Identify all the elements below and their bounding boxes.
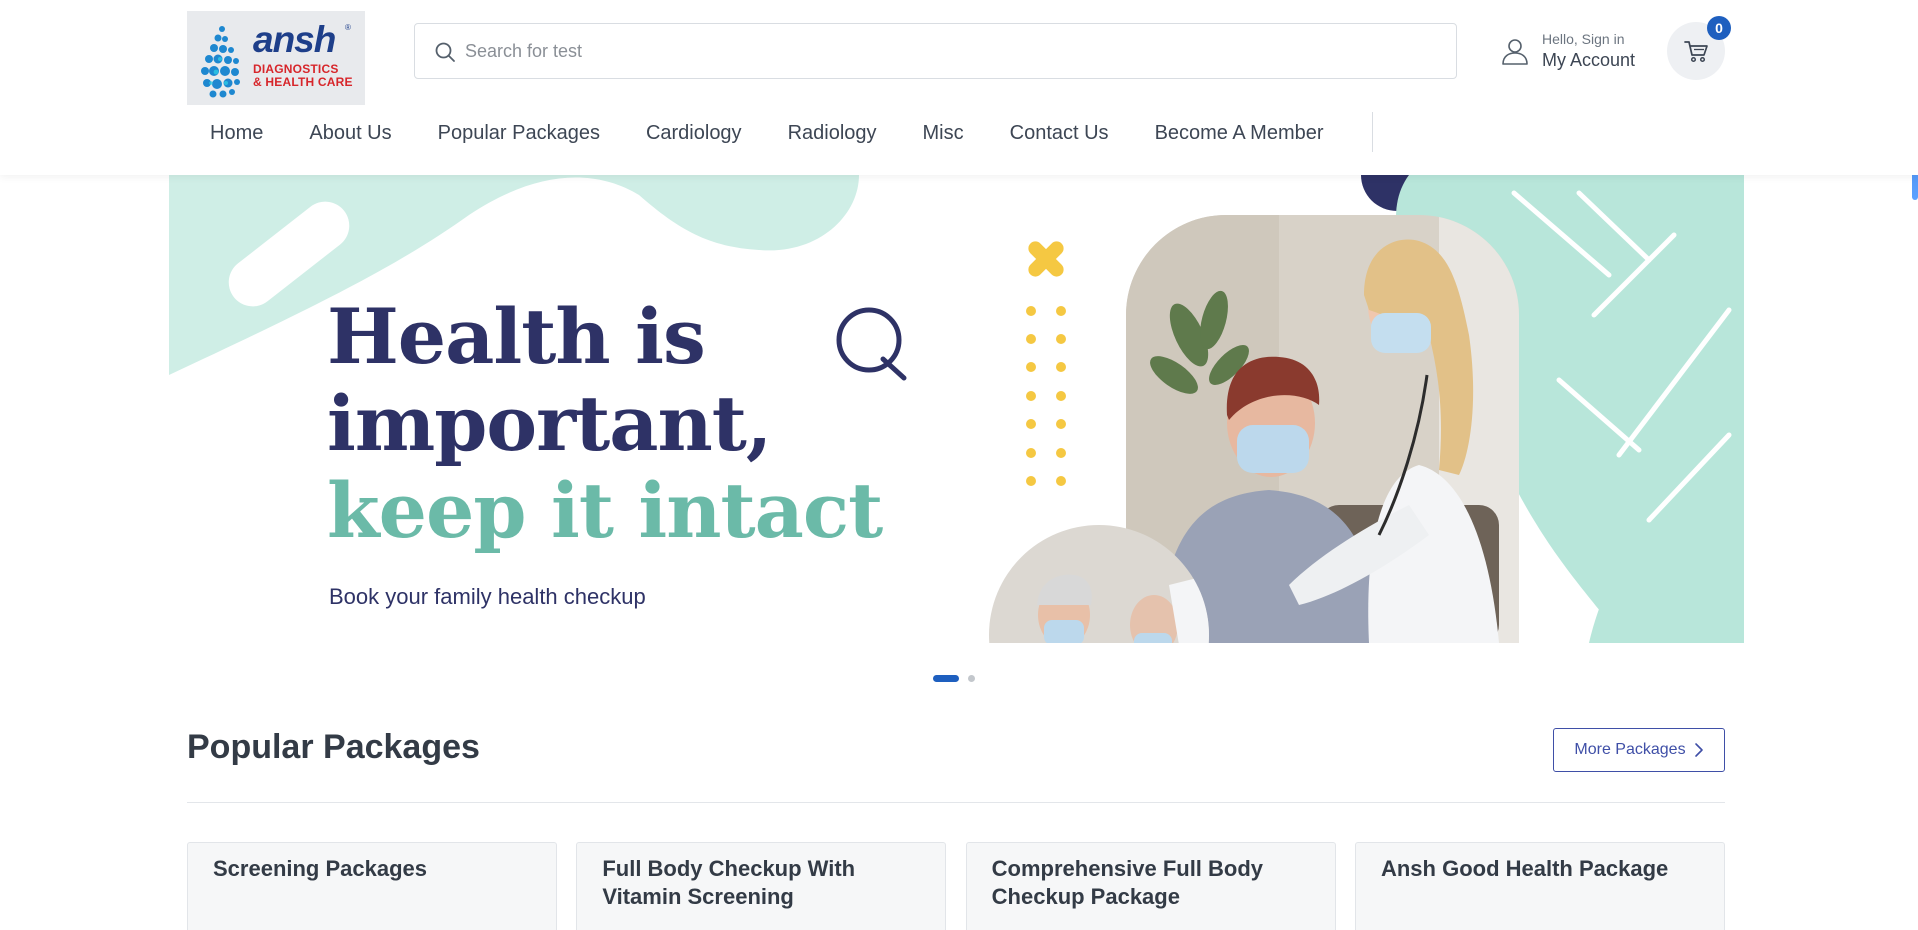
section-title-popular-packages: Popular Packages <box>187 728 480 766</box>
main-nav: Home About Us Popular Packages Cardiolog… <box>187 110 1373 156</box>
chevron-right-icon <box>1694 743 1703 757</box>
package-card-list: Screening Packages Full Body Checkup Wit… <box>187 842 1725 930</box>
site-header: ansh ® DIAGNOSTICS & HEALTH CARE Hello, … <box>0 0 1918 175</box>
carousel-indicators <box>933 675 975 682</box>
search-box[interactable] <box>414 23 1457 79</box>
package-card[interactable]: Full Body Checkup With Vitamin Screening <box>576 842 947 930</box>
package-card-title: Comprehensive Full Body Checkup Package <box>991 856 1264 909</box>
package-card[interactable]: Screening Packages <box>187 842 557 930</box>
nav-item-about-us[interactable]: About Us <box>286 110 414 156</box>
cart-icon <box>1684 41 1708 63</box>
nav-item-radiology[interactable]: Radiology <box>765 110 900 156</box>
nav-item-home[interactable]: Home <box>187 110 286 156</box>
nav-item-become-a-member[interactable]: Become A Member <box>1132 110 1347 156</box>
section-divider <box>187 802 1725 803</box>
package-card-title: Ansh Good Health Package <box>1380 856 1669 881</box>
cart-button[interactable]: 0 <box>1667 16 1731 80</box>
hero-banner[interactable]: Health is important, keep it intact Book… <box>169 175 1744 643</box>
search-input[interactable] <box>465 24 1445 78</box>
package-card-title: Screening Packages <box>213 856 428 881</box>
hero-heading-line1: Health is <box>327 292 706 381</box>
nav-item-misc[interactable]: Misc <box>900 110 987 156</box>
account-greeting: Hello, Sign in <box>1542 31 1625 47</box>
hero-subtitle: Book your family health checkup <box>329 584 646 609</box>
package-card-title: Full Body Checkup With Vitamin Screening <box>602 856 856 909</box>
user-icon <box>1502 39 1528 65</box>
more-packages-label: More Packages <box>1574 741 1686 758</box>
registered-mark: ® <box>345 23 351 32</box>
package-card[interactable]: Ansh Good Health Package <box>1354 842 1725 930</box>
brand-tagline-line2: & HEALTH CARE <box>253 75 353 89</box>
search-icon[interactable] <box>433 40 457 64</box>
nav-divider <box>1372 112 1373 152</box>
more-packages-button[interactable]: More Packages <box>1553 728 1725 772</box>
nav-item-cardiology[interactable]: Cardiology <box>623 110 765 156</box>
carousel-dot-1[interactable] <box>933 675 959 682</box>
hero-heading-line3: keep it intact <box>327 466 883 555</box>
account-label: My Account <box>1542 50 1636 70</box>
account-link[interactable]: Hello, Sign in My Account <box>1500 30 1645 72</box>
hero-heading-line2: important, <box>327 379 772 468</box>
brand-tagline-line1: DIAGNOSTICS <box>253 62 339 76</box>
nav-item-contact-us[interactable]: Contact Us <box>987 110 1132 156</box>
carousel-dot-2[interactable] <box>968 675 975 682</box>
nav-item-popular-packages[interactable]: Popular Packages <box>415 110 623 156</box>
cart-count-badge: 0 <box>1707 16 1731 40</box>
brand-name: ansh <box>253 19 336 60</box>
package-card[interactable]: Comprehensive Full Body Checkup Package <box>965 842 1336 930</box>
drop-logo-icon <box>201 26 240 98</box>
brand-logo[interactable]: ansh ® DIAGNOSTICS & HEALTH CARE <box>187 11 365 105</box>
